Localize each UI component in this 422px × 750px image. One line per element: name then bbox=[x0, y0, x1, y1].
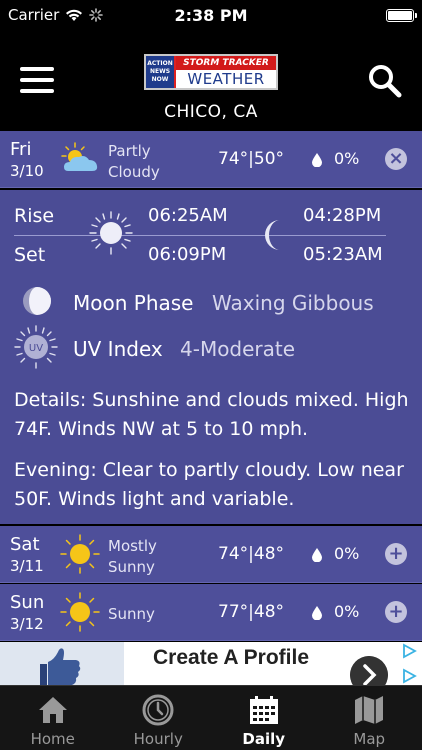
status-left: Carrier bbox=[8, 6, 104, 24]
day-row-sat[interactable]: Sat 3/11 Mostly Sunny 74°|48° 0% + bbox=[0, 526, 422, 583]
sun-icon bbox=[60, 534, 100, 574]
sun-horizon-icon bbox=[89, 211, 133, 255]
day-row-sun[interactable]: Sun 3/12 Sunny 77°|48° 0% + bbox=[0, 584, 422, 641]
condition-line: Cloudy bbox=[108, 163, 160, 181]
condition-text: Partly Cloudy bbox=[108, 141, 198, 183]
tab-daily[interactable]: Daily bbox=[211, 686, 317, 750]
moonset-time: 05:23AM bbox=[303, 244, 383, 265]
thumbs-up-icon bbox=[0, 642, 124, 685]
precip-chance: 0% bbox=[334, 602, 360, 621]
partly-cloudy-icon bbox=[61, 142, 98, 171]
divider bbox=[14, 235, 386, 236]
condition-line: Sunny bbox=[108, 605, 155, 623]
logo-line: ACTION bbox=[147, 60, 173, 67]
sunrise-time: 06:25AM bbox=[148, 205, 228, 226]
day-name: Fri bbox=[10, 139, 32, 160]
moonrise-time: 04:28PM bbox=[303, 205, 382, 226]
temperature-range: 74°|50° bbox=[218, 149, 284, 169]
day-name: Sat bbox=[10, 534, 40, 555]
expand-button[interactable]: + bbox=[385, 601, 407, 623]
tab-label: Hourly bbox=[133, 730, 183, 748]
logo-weather-text: WEATHER bbox=[187, 70, 265, 88]
high-temp: 74° bbox=[218, 149, 249, 169]
evening-forecast-text: Evening: Clear to partly cloudy. Low nea… bbox=[14, 459, 404, 510]
calendar-icon bbox=[249, 696, 278, 724]
temperature-range: 74°|48° bbox=[218, 544, 284, 564]
collapse-button[interactable]: × bbox=[385, 148, 407, 170]
high-temp: 77° bbox=[218, 602, 249, 622]
tab-label: Home bbox=[30, 730, 75, 748]
ad-banner[interactable]: Create A Profile bbox=[0, 642, 422, 685]
logo-storm-text: STORM TRACKER bbox=[176, 56, 276, 70]
uv-index-value: 4-Moderate bbox=[180, 337, 296, 361]
map-icon bbox=[355, 696, 384, 724]
wifi-icon bbox=[66, 9, 83, 21]
day-details-panel: Rise Set 06:25AM 06:09PM 04:28PM 05:23AM… bbox=[0, 190, 422, 524]
tab-label: Map bbox=[353, 730, 386, 748]
low-temp: 48° bbox=[253, 544, 285, 564]
tab-home[interactable]: Home bbox=[0, 686, 106, 750]
day-date: 3/12 bbox=[10, 615, 44, 633]
app-header: ACTION NEWS NOW STORM TRACKER WEATHER CH… bbox=[0, 30, 422, 131]
tab-map[interactable]: Map bbox=[317, 686, 422, 750]
raindrop-icon bbox=[312, 548, 322, 562]
ad-choices-icon[interactable] bbox=[400, 642, 422, 685]
day-date: 3/11 bbox=[10, 557, 44, 575]
day-row-fri[interactable]: Fri 3/10 Partly Cloudy 74°|50° 0% × bbox=[0, 131, 422, 188]
expand-button[interactable]: + bbox=[385, 543, 407, 565]
ad-image bbox=[0, 642, 124, 685]
activity-spinner-icon bbox=[89, 8, 104, 22]
condition-line: Mostly bbox=[108, 537, 157, 555]
set-label: Set bbox=[14, 244, 46, 266]
condition-text: Sunny bbox=[108, 604, 198, 625]
tab-bar: Home Hourly Daily Map bbox=[0, 685, 422, 750]
sun-icon bbox=[60, 592, 100, 632]
low-temp: 48° bbox=[253, 602, 285, 622]
clock-icon bbox=[142, 694, 174, 726]
status-bar: Carrier 2:38 PM bbox=[0, 0, 422, 30]
precip-chance: 0% bbox=[334, 149, 360, 168]
condition-line: Partly bbox=[108, 142, 151, 160]
tab-hourly[interactable]: Hourly bbox=[106, 686, 212, 750]
logo-badge: ACTION NEWS NOW bbox=[146, 56, 176, 88]
raindrop-icon bbox=[312, 606, 322, 620]
day-date: 3/10 bbox=[10, 162, 44, 180]
rise-label: Rise bbox=[14, 205, 55, 227]
ad-headline: Create A Profile bbox=[153, 646, 309, 669]
storm-tracker-logo: ACTION NEWS NOW STORM TRACKER WEATHER bbox=[144, 54, 278, 90]
sunset-time: 06:09PM bbox=[148, 244, 227, 265]
moon-phase-label: Moon Phase bbox=[73, 291, 194, 315]
carrier-label: Carrier bbox=[8, 6, 60, 24]
logo-line: NOW bbox=[151, 76, 169, 83]
day-forecast-text: Details: Sunshine and clouds mixed. High… bbox=[14, 389, 409, 440]
raindrop-icon bbox=[312, 153, 322, 167]
condition-text: Mostly Sunny bbox=[108, 536, 198, 578]
precip-chance: 0% bbox=[334, 544, 360, 563]
search-icon[interactable] bbox=[368, 64, 402, 98]
high-temp: 74° bbox=[218, 544, 249, 564]
uv-index-label: UV Index bbox=[73, 337, 163, 361]
day-name: Sun bbox=[10, 592, 45, 613]
uv-index-icon: UV bbox=[14, 325, 58, 369]
logo-line: NEWS bbox=[149, 68, 171, 75]
logo-wordmark: STORM TRACKER WEATHER bbox=[176, 56, 276, 88]
tab-label: Daily bbox=[242, 730, 286, 748]
home-icon bbox=[38, 697, 67, 723]
moon-phase-value: Waxing Gibbous bbox=[212, 291, 374, 315]
moon-phase-icon bbox=[23, 287, 51, 315]
menu-bar bbox=[20, 89, 54, 93]
menu-bar bbox=[20, 67, 54, 71]
uv-badge-text: UV bbox=[29, 343, 43, 354]
battery-icon bbox=[386, 8, 417, 22]
menu-bar bbox=[20, 78, 54, 82]
low-temp: 50° bbox=[253, 149, 285, 169]
menu-button[interactable] bbox=[20, 67, 54, 93]
location-label: CHICO, CA bbox=[164, 102, 258, 122]
chevron-right-icon[interactable] bbox=[350, 656, 388, 685]
temperature-range: 77°|48° bbox=[218, 602, 284, 622]
moon-icon bbox=[265, 220, 280, 250]
condition-line: Sunny bbox=[108, 558, 155, 576]
